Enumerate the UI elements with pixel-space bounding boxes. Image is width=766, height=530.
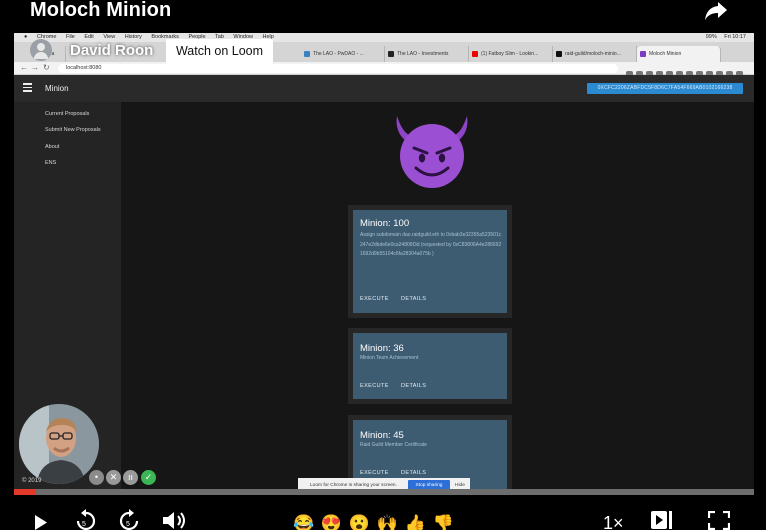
browser-tab: The LAO - PwDAO - ... — [301, 46, 385, 62]
reaction-laughing-icon[interactable]: 😂 — [293, 514, 315, 530]
nav-item-about: About — [45, 144, 60, 150]
url-field: localhost:8080 — [58, 64, 618, 73]
proposal-card-wrapper: Minion: 36 Minion Team Achievement EXECU… — [348, 328, 512, 404]
finish-recording-icon[interactable]: ✓ — [141, 470, 156, 485]
svg-text:5: 5 — [126, 521, 130, 528]
rewind-icon[interactable]: 5 — [74, 509, 98, 530]
details-button: DETAILS — [401, 470, 427, 476]
menu-item-file: File — [65, 34, 75, 40]
copyright-text: © 2019 — [22, 478, 42, 484]
card-title: Minion: 45 — [360, 430, 404, 441]
card-title: Minion: 100 — [360, 218, 410, 229]
volume-icon[interactable] — [162, 511, 188, 530]
execute-button: EXECUTE — [360, 470, 389, 476]
menu-item-view: View — [103, 34, 116, 40]
pause-recording-icon[interactable]: ıı — [123, 470, 138, 485]
presenter-webcam-bubble — [19, 404, 99, 484]
tab-favicon-icon — [304, 51, 310, 57]
tab-favicon-icon — [472, 51, 478, 57]
tab-favicon-icon — [640, 51, 646, 57]
reaction-thumbs-down-icon[interactable]: 👎 — [433, 514, 455, 530]
browser-tab: (1) Fatboy Slim - Lookin... — [469, 46, 553, 62]
playback-speed-button[interactable]: 1× — [603, 513, 624, 530]
proposal-card: Minion: 36 Minion Team Achievement EXECU… — [353, 333, 507, 399]
details-button: DETAILS — [401, 296, 427, 302]
browser-address-bar: ← → ↻ localhost:8080 — [14, 62, 754, 78]
reaction-heart-eyes-icon[interactable]: 😍 — [321, 514, 343, 530]
back-icon: ← — [20, 63, 28, 72]
details-button: DETAILS — [401, 383, 427, 389]
menu-icon — [23, 83, 32, 92]
play-icon[interactable] — [32, 514, 49, 530]
browser-tab: raid-guild/moloch-minio... — [553, 46, 637, 62]
card-title: Minion: 36 — [360, 343, 404, 354]
clock: Fri 10:17 — [724, 34, 746, 40]
presenter-avatar-icon — [30, 39, 52, 61]
fast-forward-icon[interactable]: 5 — [117, 509, 141, 530]
execute-button: EXECUTE — [360, 296, 389, 302]
nav-item-current-proposals: Current Proposals — [45, 111, 90, 117]
svg-text:5: 5 — [82, 521, 86, 528]
presenter-name[interactable]: David Roon — [70, 42, 153, 59]
share-icon[interactable] — [704, 0, 728, 22]
proposal-card: Minion: 100 Assign subdomain dao.raidgui… — [353, 210, 507, 313]
browser-tab: The LAO - Investments — [385, 46, 469, 62]
execute-button: EXECUTE — [360, 383, 389, 389]
main-content: Minion: 100 Assign subdomain dao.raidgui… — [121, 102, 754, 490]
next-icon[interactable] — [650, 510, 674, 530]
reaction-raised-hands-icon[interactable]: 🙌 — [377, 514, 399, 530]
card-description: Assign subdomain dao.raidguild.eth to 0x… — [360, 232, 502, 257]
tab-favicon-icon — [388, 51, 394, 57]
webcam-more-icon[interactable]: • — [89, 470, 104, 485]
card-description: Minion Team Achievement — [360, 355, 419, 361]
mac-menu-bar: ● Chrome File Edit View History Bookmark… — [14, 33, 754, 42]
smiling-devil-emoji-icon — [396, 116, 468, 188]
nav-item-submit-new-proposals: Submit New Proposals — [45, 127, 101, 133]
battery-status: 99% — [705, 34, 717, 40]
menu-item-history: History — [124, 34, 142, 40]
fullscreen-icon[interactable] — [708, 511, 730, 530]
tab-favicon-icon — [556, 51, 562, 57]
wallet-address-button: 0XCFC2206ZABFDC5F8D6C7FA54F669AB01021662… — [587, 83, 743, 94]
nav-item-ens: ENS — [45, 160, 57, 166]
emoji-reactions: 😂 😍 😮 🙌 👍 👎 — [293, 514, 455, 530]
proposal-card-wrapper: Minion: 100 Assign subdomain dao.raidgui… — [348, 205, 512, 318]
app-title: Minion — [45, 84, 69, 93]
browser-tab-active: Moloch Minion — [637, 46, 721, 62]
reload-icon: ↻ — [43, 63, 50, 72]
reaction-thumbs-up-icon[interactable]: 👍 — [405, 514, 427, 530]
webcam-close-icon[interactable]: ✕ — [106, 470, 121, 485]
presenter-face-icon — [19, 404, 99, 484]
apple-menu-icon: ● — [24, 34, 28, 40]
watch-on-loom-button[interactable]: Watch on Loom — [166, 39, 273, 64]
video-title: Moloch Minion — [30, 0, 172, 21]
menu-item-edit: Edit — [84, 34, 94, 40]
card-description: Raid Guild Member Certificate — [360, 442, 427, 448]
reaction-surprised-icon[interactable]: 😮 — [349, 514, 371, 530]
recorded-screen: ● Chrome File Edit View History Bookmark… — [14, 33, 754, 490]
forward-icon: → — [31, 63, 39, 72]
app-bar: Minion 0XCFC2206ZABFDC5F8D6C7FA54F669AB0… — [14, 75, 754, 102]
